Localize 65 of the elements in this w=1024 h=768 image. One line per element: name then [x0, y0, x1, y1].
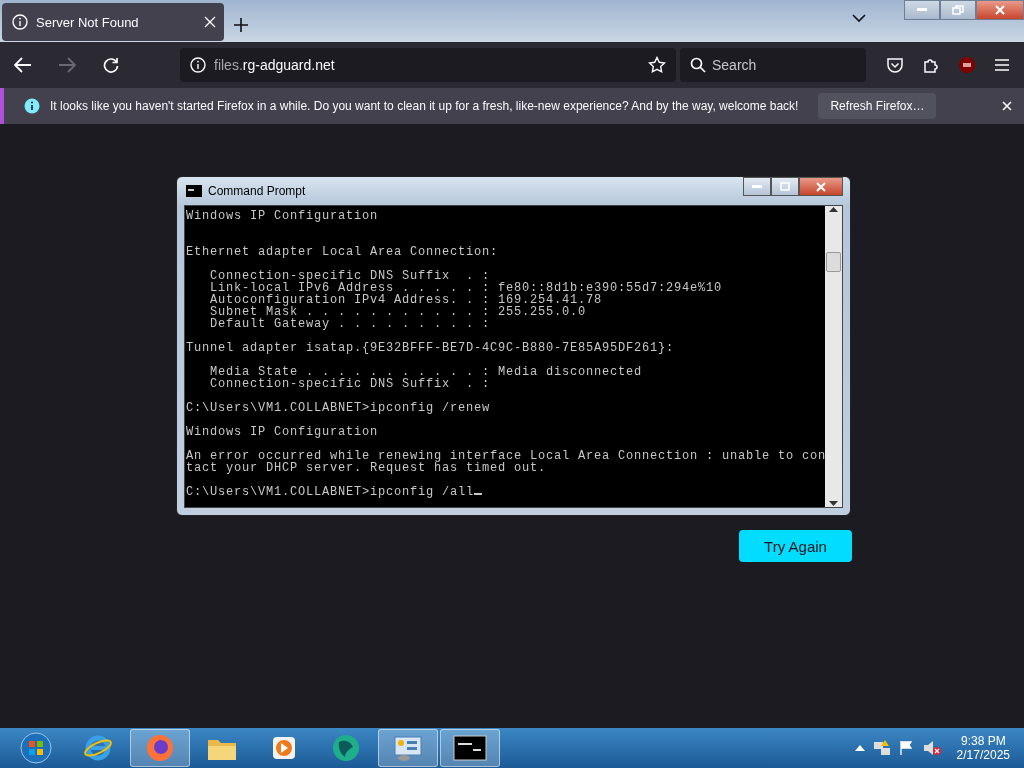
bookmark-star-icon[interactable]: [648, 56, 666, 74]
console-line: An error occurred while renewing interface Local Area Connection : unable to con: [186, 449, 825, 463]
globe-icon[interactable]: [331, 733, 361, 763]
control-panel-icon[interactable]: [392, 733, 424, 763]
back-icon[interactable]: [14, 57, 32, 73]
clock[interactable]: 9:38 PM 2/17/2025: [956, 734, 1010, 762]
scroll-down-icon[interactable]: [829, 501, 838, 507]
start-orb-icon[interactable]: [20, 732, 52, 764]
extensions-icon[interactable]: [922, 56, 940, 74]
console-line: Default Gateway . . . . . . . . . :: [209, 317, 491, 331]
info-icon: [190, 57, 206, 73]
taskbar-button[interactable]: [440, 729, 500, 767]
console-line: Windows IP Configuration: [186, 425, 379, 439]
chevron-down-icon[interactable]: [852, 13, 866, 23]
minimize-icon: [917, 8, 927, 12]
maximize-icon: [780, 182, 790, 191]
browser-tab[interactable]: Server Not Found: [2, 3, 224, 41]
console-line: Connection-specific DNS Suffix . :: [209, 377, 491, 391]
console-line: Ethernet adapter Local Area Connection:: [186, 245, 499, 259]
network-icon[interactable]: [872, 739, 891, 757]
console-line: Link-local IPv6 Address . . . . . : fe80::8d1b:e390:55d7:294e%10: [209, 281, 723, 295]
console-line: Subnet Mask . . . . . . . . . . . : 255.255.0.0: [209, 305, 587, 319]
address-bar[interactable]: files.rg-adguard.net: [180, 48, 676, 82]
console-line: tact your DHCP server. Request has timed out.: [186, 461, 547, 475]
close-icon: [995, 5, 1005, 15]
scroll-thumb[interactable]: [826, 252, 841, 272]
tray-up-icon[interactable]: [854, 745, 865, 751]
minimize-button[interactable]: [904, 0, 940, 20]
close-icon[interactable]: [1002, 101, 1012, 111]
try-again-button[interactable]: Try Again: [739, 530, 852, 562]
close-icon[interactable]: [204, 16, 216, 28]
menu-icon[interactable]: [994, 58, 1010, 72]
refresh-button[interactable]: Refresh Firefox…: [818, 93, 937, 119]
cursor-icon: [474, 493, 483, 495]
forward-icon[interactable]: [58, 57, 76, 73]
info-icon: [24, 98, 40, 114]
window-title: Command Prompt: [208, 184, 306, 198]
close-button[interactable]: [976, 0, 1024, 20]
console-line: C:\Users\VM1.COLLABNET>ipconfig /all: [186, 485, 475, 499]
new-tab-icon[interactable]: [234, 18, 248, 32]
info-icon: [12, 14, 28, 30]
minimize-button[interactable]: [743, 177, 771, 196]
close-icon: [816, 181, 826, 192]
minimize-icon: [752, 184, 762, 189]
console-line: Autoconfiguration IPv4 Address. . : 169.254.41.78: [209, 293, 603, 307]
notification-message: It looks like you haven't started Firefox in a while. Do you want to clean it up for a fresh, like-new experience? And by the way, welcome back!: [50, 99, 799, 113]
restore-button[interactable]: [940, 0, 976, 20]
speaker-muted-icon[interactable]: [922, 740, 941, 756]
scrollbar[interactable]: [825, 206, 842, 507]
console-line: Windows IP Configuration: [186, 209, 379, 223]
browser-icon[interactable]: [83, 733, 113, 763]
terminal-icon[interactable]: [453, 735, 487, 761]
restore-icon: [952, 5, 964, 15]
console-icon: [186, 185, 202, 197]
console-line: Tunnel adapter isatap.{9E32BFFF-BE7D-4C9C-B880-7E85A95DF261}:: [186, 341, 675, 355]
scroll-up-icon[interactable]: [829, 206, 838, 212]
maximize-button[interactable]: [771, 177, 799, 196]
search-field[interactable]: Search: [680, 48, 866, 82]
reload-icon[interactable]: [103, 57, 119, 73]
media-player-icon[interactable]: [270, 734, 298, 762]
flag-icon[interactable]: [898, 740, 915, 756]
close-button[interactable]: [799, 177, 843, 196]
console-line: Connection-specific DNS Suffix . :: [209, 269, 491, 283]
console-line: C:\Users\VM1.COLLABNET>ipconfig /renew: [186, 401, 491, 415]
console-line: Media State . . . . . . . . . . . : Media disconnected: [209, 365, 643, 379]
